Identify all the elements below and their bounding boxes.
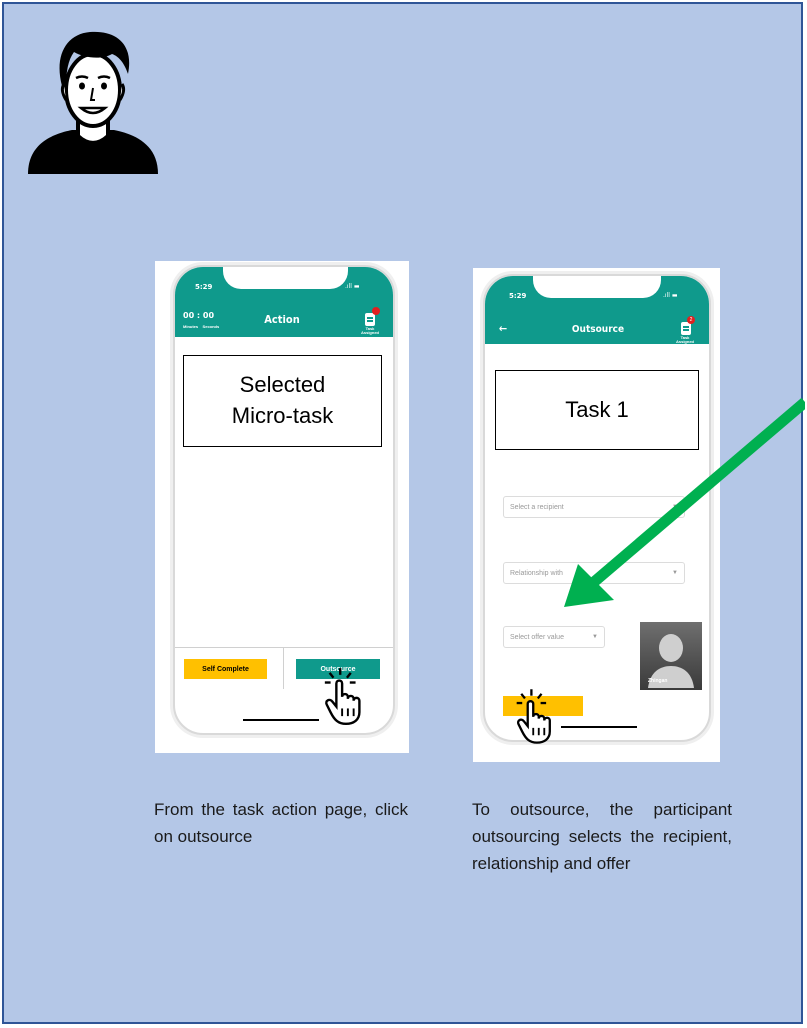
microtask-box-text: Selected Micro-task <box>231 372 334 428</box>
home-indicator <box>243 719 319 721</box>
selected-microtask-box: Selected Micro-task <box>183 355 382 447</box>
notification-dot <box>372 307 380 315</box>
offer-placeholder: Select offer value <box>510 633 564 641</box>
phone-notch <box>533 276 661 298</box>
bottom-divider <box>175 647 393 648</box>
recipient-select[interactable]: Select a recipient ▼ <box>503 496 685 518</box>
recipient-placeholder: Select a recipient <box>510 503 564 511</box>
task-box-text: Task 1 <box>565 396 629 422</box>
relationship-placeholder: Relationship with <box>510 569 563 577</box>
recipient-profile-photo: Zhingan <box>640 622 702 690</box>
caption-action-page: From the task action page, click on outs… <box>154 800 408 846</box>
pointer-hand-icon <box>516 689 551 744</box>
task-assigned-label: Task Assigned <box>675 335 694 344</box>
relationship-select[interactable]: Relationship with ▼ <box>503 562 685 584</box>
slide-frame: 5:29 .ıll ▬ 00 : 00 Minutes Seconds Acti… <box>2 2 805 1024</box>
outsource-page-screenshot: 5:29 .ıll ▬ ← Outsource 2 Task Assigned … <box>473 268 720 762</box>
phone-notch <box>223 267 348 289</box>
status-signal-icon: .ıll ▬ <box>663 292 678 299</box>
status-time: 5:29 <box>509 292 527 300</box>
page-title: Action <box>264 313 300 326</box>
back-arrow-icon[interactable]: ← <box>497 322 509 335</box>
offer-value-select[interactable]: Select offer value ▼ <box>503 626 605 648</box>
action-header: 5:29 .ıll ▬ 00 : 00 Minutes Seconds Acti… <box>175 267 393 337</box>
phone-frame: 5:29 .ıll ▬ ← Outsource 2 Task Assigned … <box>483 274 711 742</box>
profile-name: Zhingan <box>648 678 668 684</box>
status-signal-icon: .ıll ▬ <box>345 283 360 290</box>
chevron-down-icon: ▼ <box>592 634 598 640</box>
bottom-vertical-divider <box>283 647 284 689</box>
status-time: 5:29 <box>195 283 213 291</box>
task-box: Task 1 <box>495 370 699 450</box>
timer-labels: Minutes Seconds <box>183 324 220 329</box>
home-indicator <box>561 726 637 728</box>
task-assigned-icon[interactable] <box>365 313 375 326</box>
timer-display: 00 : 00 <box>183 311 215 320</box>
notification-badge: 2 <box>687 316 695 324</box>
action-page-screenshot: 5:29 .ıll ▬ 00 : 00 Minutes Seconds Acti… <box>155 261 409 753</box>
outsource-header: 5:29 .ıll ▬ ← Outsource 2 Task Assigned <box>485 276 709 344</box>
task-assigned-label: Task Assigned <box>360 326 379 335</box>
self-complete-button[interactable]: Self Complete <box>184 659 267 679</box>
badge-count: 2 <box>689 317 693 323</box>
chevron-down-icon: ▼ <box>672 504 678 510</box>
person-avatar-icon <box>28 31 158 174</box>
pointer-hand-icon <box>324 668 361 726</box>
page-title: Outsource <box>571 324 625 335</box>
caption-outsource-page: To outsource, the participant outsourcin… <box>472 800 732 873</box>
chevron-down-icon: ▼ <box>672 570 678 576</box>
